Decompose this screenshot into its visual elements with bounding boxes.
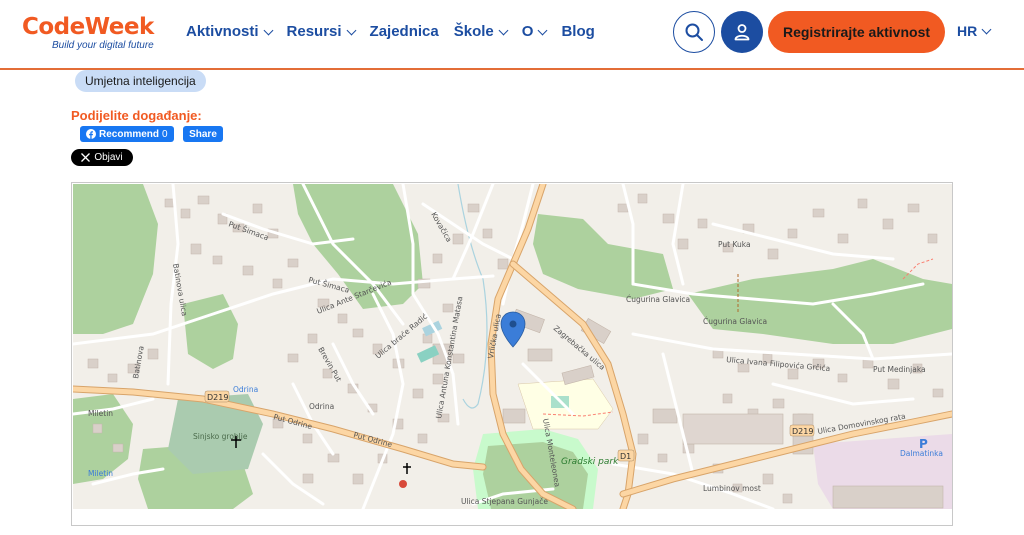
- event-location-map[interactable]: D219 D219 D1 Put Šimaca Put Šimaca Batin…: [73, 184, 952, 509]
- user-account-button[interactable]: [721, 11, 763, 53]
- chevron-down-icon: [346, 25, 356, 35]
- map-label-miletin: Miletin: [88, 409, 113, 418]
- language-label: HR: [957, 23, 978, 39]
- nav-item-o[interactable]: O: [521, 22, 548, 42]
- map-label-gradski-park: Gradski park: [561, 457, 619, 467]
- map-label-put-medinjaka: Put Medinjaka: [873, 365, 926, 374]
- map-label-d1: D1: [620, 452, 631, 461]
- facebook-share-button[interactable]: Share: [183, 126, 223, 142]
- nav-label: Aktivnosti: [186, 23, 259, 40]
- map-label-d219-east: D219: [792, 427, 813, 436]
- nav-label: Resursi: [286, 23, 342, 40]
- chevron-down-icon: [498, 25, 509, 35]
- nav-label: Škole: [453, 23, 494, 40]
- main-nav: Aktivnosti Resursi Zajednica Škole O Blo…: [186, 22, 610, 42]
- poi-marker-icon: [399, 480, 407, 488]
- map-label-odrina-2: Odrina: [233, 385, 258, 394]
- nav-label: Zajednica: [369, 23, 439, 40]
- nav-label: Blog: [561, 23, 595, 40]
- map-label-cugurina: Ćugurina Glavica: [626, 295, 690, 304]
- nav-label: O: [521, 23, 534, 40]
- search-button[interactable]: [673, 11, 715, 53]
- facebook-recommend-label: Recommend: [99, 128, 160, 140]
- map-label-put-kuka: Put Kuka: [718, 240, 751, 249]
- map-container: D219 D219 D1 Put Šimaca Put Šimaca Batin…: [71, 182, 953, 526]
- nav-item-aktivnosti[interactable]: Aktivnosti: [186, 22, 273, 42]
- parking-icon: P: [919, 437, 928, 451]
- register-activity-button[interactable]: Registrirajte aktivnost: [768, 11, 945, 53]
- facebook-recommend-button[interactable]: Recommend 0: [80, 126, 174, 142]
- map-label-cugurina-2: Ćugurina Glavica: [703, 317, 767, 326]
- share-title: Podijelite događanje:: [71, 108, 202, 123]
- nav-item-zajednica[interactable]: Zajednica: [370, 22, 439, 42]
- logo-tagline: Build your digital future: [52, 40, 154, 51]
- codeweek-logo[interactable]: CodeWeek Build your digital future: [22, 14, 172, 56]
- user-icon: [734, 24, 750, 41]
- map-label-odrina: Odrina: [309, 402, 334, 411]
- map-label-d219-west: D219: [207, 393, 228, 402]
- search-icon: [685, 23, 703, 41]
- chevron-down-icon: [981, 24, 992, 34]
- nav-item-resursi[interactable]: Resursi: [286, 22, 356, 42]
- category-tag[interactable]: Umjetna inteligencija: [75, 70, 206, 92]
- chevron-down-icon: [538, 25, 548, 35]
- map-label-miletin-2: Miletin: [88, 469, 113, 478]
- nav-item-skole[interactable]: Škole: [453, 22, 509, 42]
- facebook-icon: [86, 129, 96, 139]
- x-share-label: Objavi: [94, 152, 123, 163]
- map-label-gunjace: Ulica Stjepana Gunjače: [461, 497, 548, 506]
- site-header: CodeWeek Build your digital future Aktiv…: [0, 0, 1024, 70]
- nav-item-blog[interactable]: Blog: [561, 22, 594, 42]
- map-label-lumbinov-most: Lumbinov most: [703, 484, 761, 493]
- chevron-down-icon: [263, 25, 273, 35]
- logo-title: CodeWeek: [22, 14, 154, 40]
- language-selector[interactable]: HR: [957, 23, 992, 39]
- x-share-button[interactable]: Objavi: [71, 149, 133, 166]
- x-logo-icon: [81, 153, 91, 162]
- facebook-recommend-count: 0: [162, 128, 168, 140]
